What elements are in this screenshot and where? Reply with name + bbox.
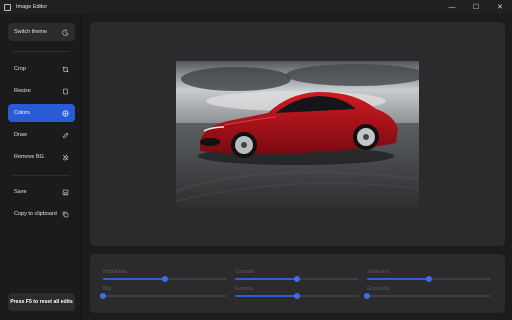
palette-icon (62, 110, 69, 116)
blur-slider[interactable]: Blur (100, 286, 227, 300)
slider-knob[interactable] (100, 293, 106, 299)
saturation-slider[interactable]: Saturation (367, 269, 491, 283)
slider-label: Gamma (235, 286, 253, 292)
slider-label: Grayscale (367, 286, 390, 292)
eraser-icon (62, 154, 69, 160)
pen-icon (62, 132, 69, 138)
reset-edits-hint[interactable]: Press F5 to reset all edits (8, 293, 75, 311)
save-label: Save (14, 189, 27, 195)
sidebar-item-colors[interactable]: Colors (8, 104, 75, 122)
sidebar-item-draw[interactable]: Draw (8, 126, 75, 144)
window-title: Image Editor (16, 4, 48, 10)
contrast-slider[interactable]: Contrast (235, 269, 359, 283)
slider-label: Saturation (367, 269, 390, 275)
save-button[interactable]: Save (8, 183, 75, 201)
sidebar-item-remove-bg[interactable]: Remove BG (8, 148, 75, 166)
slider-label: Blur (103, 286, 112, 292)
resize-icon (63, 88, 68, 94)
slider-knob[interactable] (162, 276, 168, 282)
switch-theme-label: Switch theme (14, 29, 48, 35)
canvas-panel (90, 22, 505, 246)
slider-fill (103, 278, 165, 280)
slider-fill (235, 295, 297, 297)
save-icon (62, 189, 69, 195)
slider-track[interactable] (100, 293, 227, 299)
sidebar-item-label: Colors (14, 110, 30, 116)
edited-image[interactable] (176, 61, 419, 209)
sidebar-item-label: Remove BG (14, 154, 44, 160)
crop-icon (62, 66, 69, 72)
app-icon (4, 3, 11, 11)
sidebar-item-label: Draw (14, 132, 27, 138)
slider-knob[interactable] (294, 276, 300, 282)
switch-theme-button[interactable]: Switch theme (8, 23, 75, 41)
sidebar-item-label: Crop (14, 66, 26, 72)
sidebar-divider (12, 175, 70, 176)
slider-label: Contrast (235, 269, 254, 275)
slider-fill (235, 278, 297, 280)
gamma-slider[interactable]: Gamma (235, 286, 359, 300)
maximize-button[interactable]: ☐ (464, 0, 488, 14)
window-controls: — ☐ ✕ (440, 0, 512, 14)
title-bar: Image Editor — ☐ ✕ (0, 0, 512, 14)
slider-fill (367, 278, 429, 280)
car-photo (176, 61, 419, 209)
sidebar-divider (12, 51, 70, 52)
slider-knob[interactable] (426, 276, 432, 282)
copy-to-clipboard-button[interactable]: Copy to clipboard (8, 205, 75, 223)
slider-track[interactable] (364, 293, 491, 299)
close-button[interactable]: ✕ (488, 0, 512, 14)
brightness-slider[interactable]: Brightness (103, 269, 227, 283)
sidebar-item-resize[interactable]: Resize (8, 82, 75, 100)
sidebar: Switch theme Crop Resize Colors Draw Rem… (0, 14, 82, 320)
moon-icon (62, 29, 69, 36)
adjustments-panel: Brightness Contrast Saturation Blur Gamm… (90, 254, 505, 313)
slider-knob[interactable] (364, 293, 370, 299)
grayscale-slider[interactable]: Grayscale (364, 286, 491, 300)
slider-knob[interactable] (294, 293, 300, 299)
sidebar-item-label: Resize (14, 88, 31, 94)
copy-icon (62, 211, 69, 217)
slider-label: Brightness (103, 269, 127, 275)
slider-track[interactable] (367, 276, 491, 282)
sidebar-item-crop[interactable]: Crop (8, 60, 75, 78)
slider-track[interactable] (235, 276, 359, 282)
minimize-button[interactable]: — (440, 0, 464, 14)
copy-label: Copy to clipboard (14, 211, 57, 217)
slider-track[interactable] (103, 276, 227, 282)
slider-track[interactable] (235, 293, 359, 299)
